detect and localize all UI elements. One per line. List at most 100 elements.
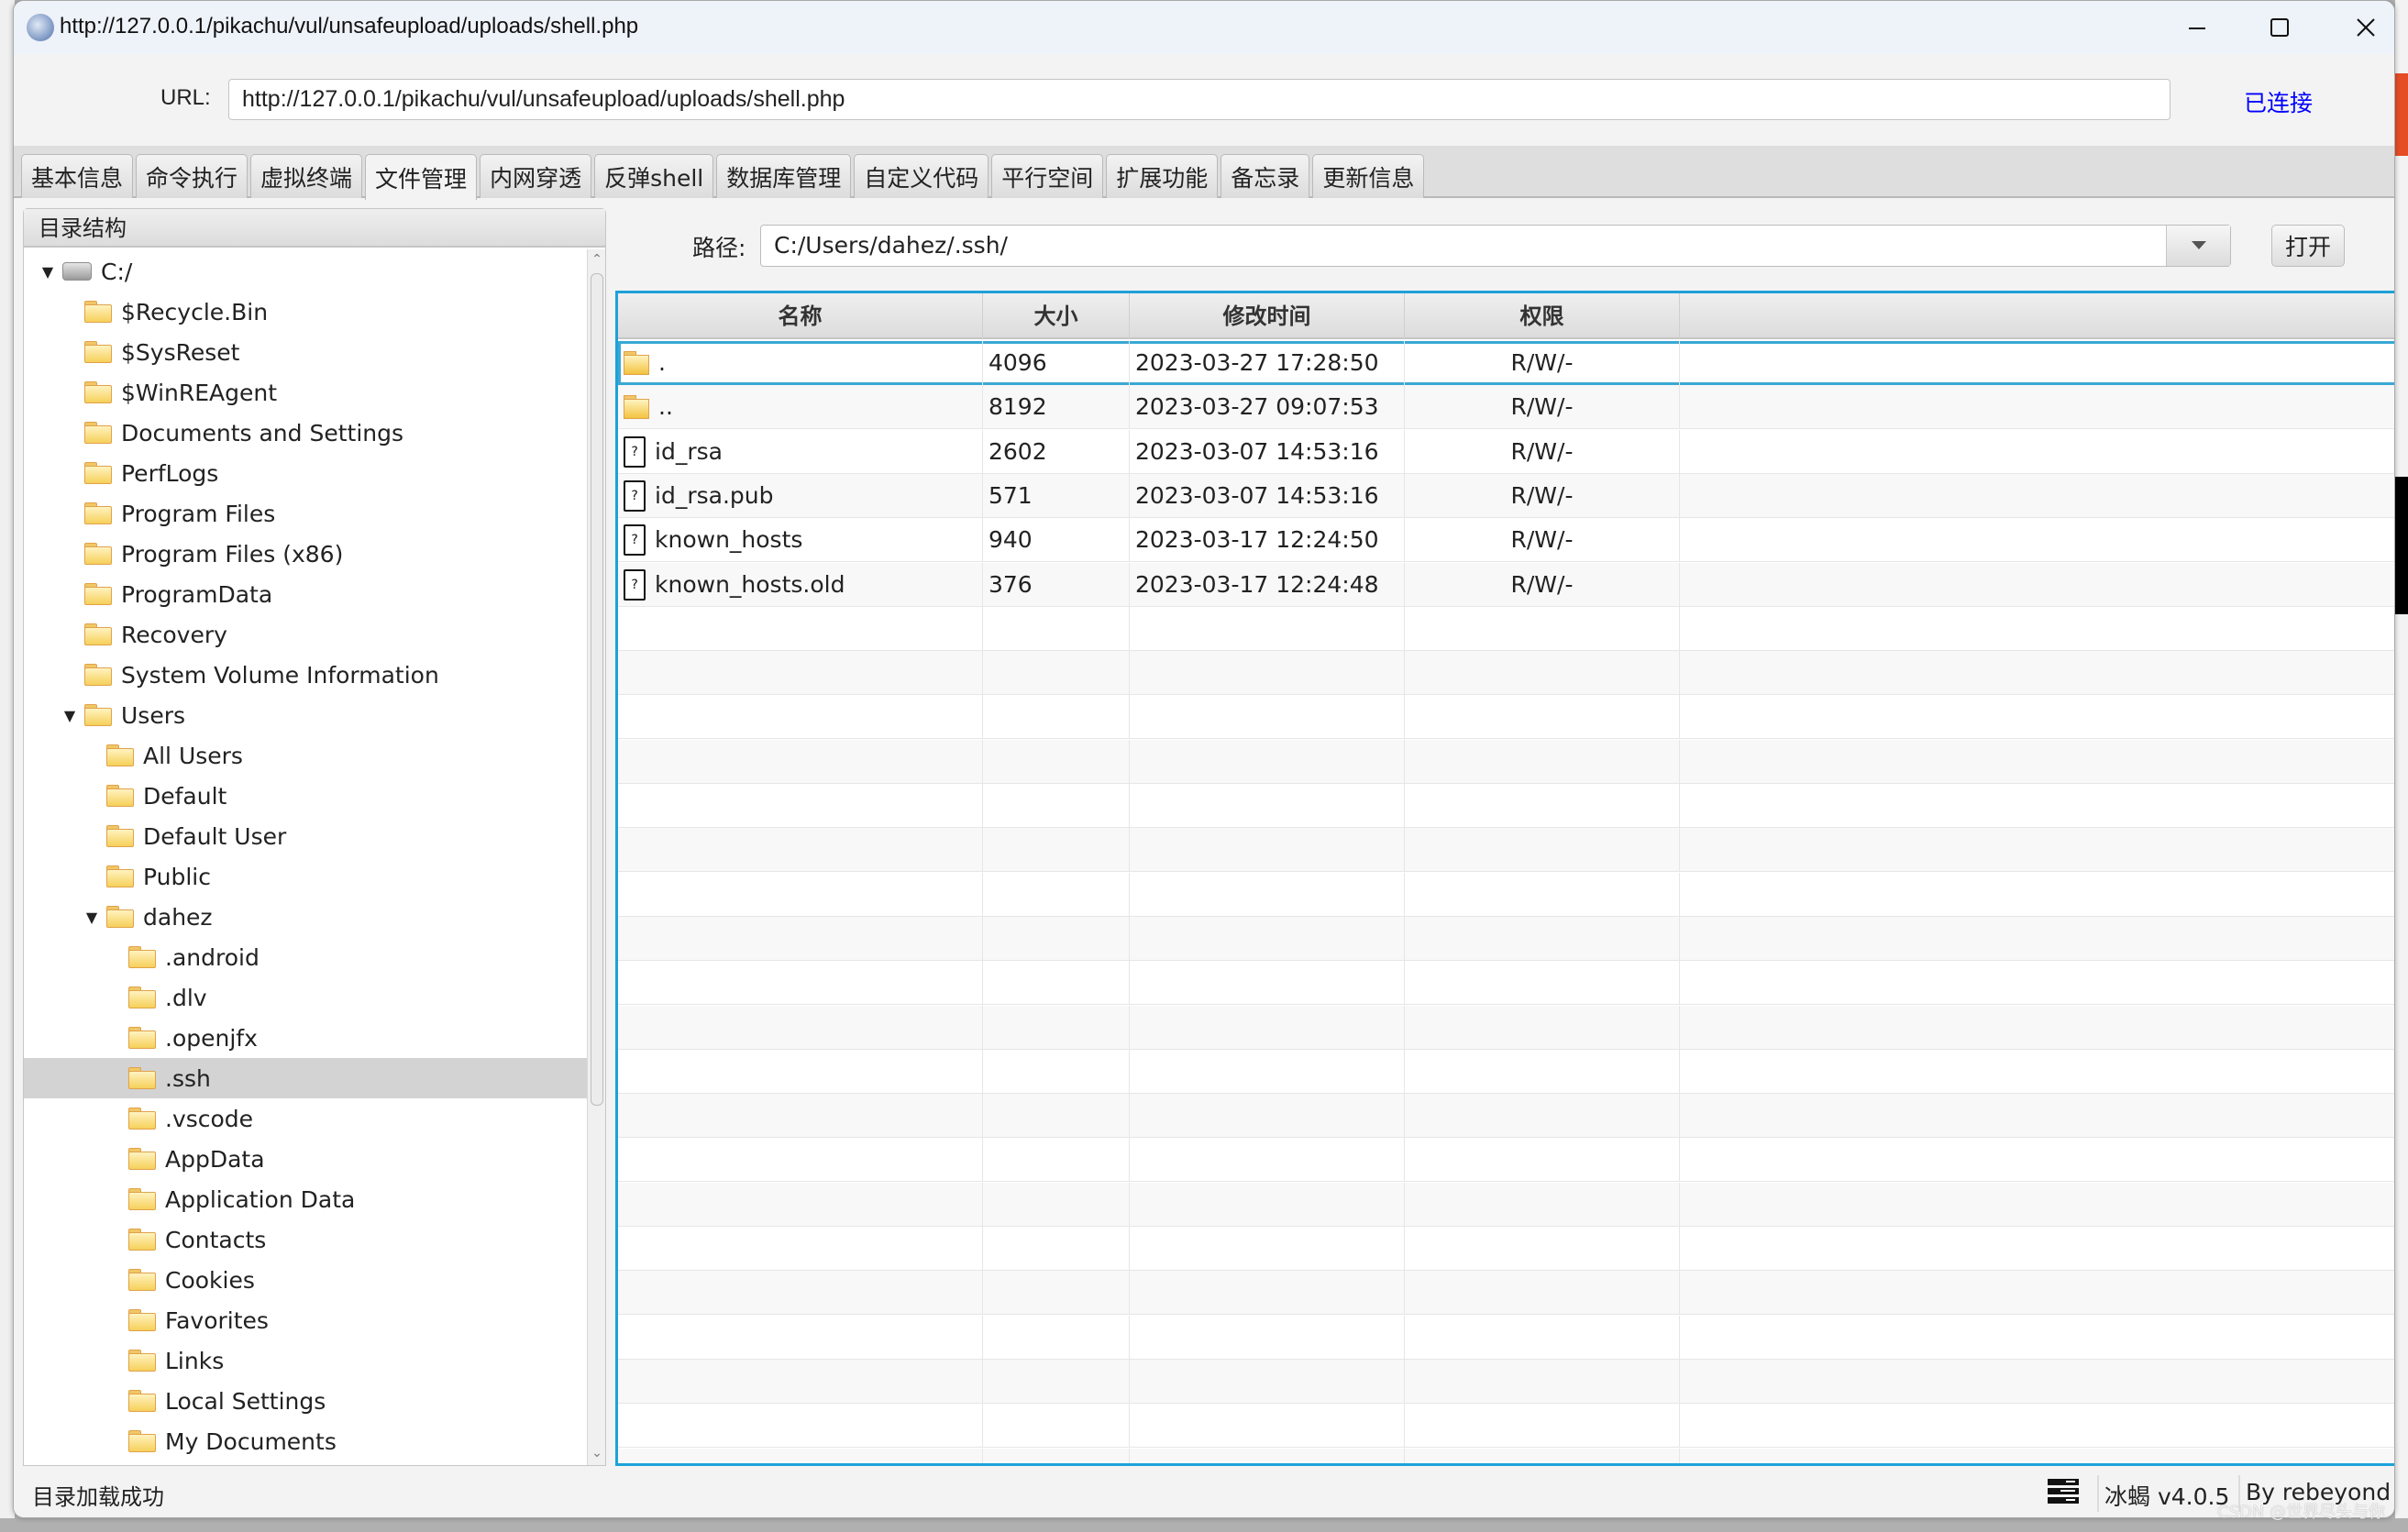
tab-0[interactable]: 基本信息 (21, 154, 134, 198)
tree-scrollbar[interactable]: ⌃ ⌄ (587, 249, 605, 1465)
tree-item[interactable]: Documents and Settings (24, 413, 587, 453)
empty-cell (1680, 1006, 2394, 1050)
tab-3[interactable]: 文件管理 (365, 154, 478, 200)
tree-item[interactable]: System Volume Information (24, 655, 587, 695)
tree-item[interactable]: ▼ Users (24, 695, 587, 735)
tab-11[interactable]: 更新信息 (1312, 154, 1425, 198)
column-header[interactable]: 权限 (1405, 293, 1680, 339)
tab-9[interactable]: 扩展功能 (1106, 154, 1219, 198)
tab-4[interactable]: 内网穿透 (480, 154, 592, 198)
open-button[interactable]: 打开 (2271, 225, 2345, 267)
tab-2[interactable]: 虚拟终端 (250, 154, 363, 198)
path-dropdown-button[interactable] (2166, 226, 2230, 266)
empty-cell (1405, 961, 1680, 1006)
empty-cell (1130, 1404, 1405, 1449)
tree-item-label: Documents and Settings (121, 419, 404, 446)
tree-item[interactable]: $SysReset (24, 332, 587, 372)
file-modified: 2023-03-17 12:24:48 (1130, 562, 1405, 607)
empty-cell (983, 1448, 1130, 1463)
minimize-icon (2189, 28, 2205, 29)
empty-row (618, 1094, 2394, 1139)
tree-item[interactable]: Cookies (24, 1260, 587, 1300)
tree-item[interactable]: Contacts (24, 1219, 587, 1260)
file-permission: R/W/- (1405, 518, 1680, 563)
tree-item[interactable]: .openjfx (24, 1018, 587, 1058)
file-permission: R/W/- (1405, 429, 1680, 474)
column-header[interactable]: 修改时间 (1130, 293, 1405, 339)
table-row[interactable]: ? known_hosts 940 2023-03-17 12:24:50 R/W/- (618, 518, 2394, 563)
tree-item[interactable]: AppData (24, 1139, 587, 1179)
table-row[interactable]: ? id_rsa.pub 571 2023-03-07 14:53:16 R/W/- (618, 473, 2394, 518)
maximize-button[interactable] (2238, 1, 2321, 54)
tree-item-label: System Volume Information (121, 661, 439, 689)
empty-cell (1405, 1271, 1680, 1316)
tree-item[interactable]: Public (24, 856, 587, 897)
tree-item[interactable]: ProgramData (24, 574, 587, 614)
empty-cell (1680, 1227, 2394, 1271)
tree-item[interactable]: All Users (24, 735, 587, 776)
column-header[interactable] (1680, 293, 2394, 339)
empty-row (618, 916, 2394, 961)
connection-status[interactable]: 已连接 (2244, 85, 2313, 118)
tab-7[interactable]: 自定义代码 (854, 154, 989, 198)
table-row[interactable]: .. 8192 2023-03-27 09:07:53 R/W/- (618, 385, 2394, 430)
file-modified: 2023-03-27 09:07:53 (1130, 385, 1405, 430)
table-row[interactable]: ? id_rsa 2602 2023-03-07 14:53:16 R/W/- (618, 429, 2394, 474)
scroll-up-icon[interactable]: ⌃ (588, 249, 606, 270)
column-header[interactable]: 大小 (983, 293, 1130, 339)
path-value[interactable]: C:/Users/dahez/.ssh/ (774, 226, 1008, 266)
tree-item[interactable]: Default (24, 776, 587, 816)
tree-item[interactable]: ▼ dahez (24, 897, 587, 937)
tree-item[interactable]: .dlv (24, 977, 587, 1018)
tree-item[interactable]: Program Files (x86) (24, 534, 587, 574)
expand-arrow-icon[interactable]: ▼ (61, 707, 79, 724)
tab-6[interactable]: 数据库管理 (716, 154, 852, 198)
tree-item[interactable]: PerfLogs (24, 453, 587, 493)
empty-cell (1130, 739, 1405, 784)
expand-arrow-icon[interactable]: ▼ (39, 263, 57, 281)
file-name-cell: .. (618, 385, 983, 430)
tab-8[interactable]: 平行空间 (991, 154, 1104, 198)
scroll-thumb[interactable] (591, 273, 603, 1106)
tree-item[interactable]: Links (24, 1340, 587, 1381)
tree-item[interactable]: .ssh (24, 1058, 587, 1098)
tree-item[interactable]: Local Settings (24, 1381, 587, 1421)
tree-item[interactable]: .vscode (24, 1098, 587, 1139)
tab-1[interactable]: 命令执行 (136, 154, 249, 198)
empty-cell (1405, 1005, 1680, 1050)
drive-icon (62, 262, 92, 281)
table-row[interactable]: ? known_hosts.old 376 2023-03-17 12:24:48 R/… (618, 562, 2394, 607)
minimize-button[interactable] (2156, 1, 2238, 54)
menu-icon[interactable] (2048, 1479, 2079, 1504)
tree-item[interactable]: Default User (24, 816, 587, 856)
tree-item[interactable]: $WinREAgent (24, 372, 587, 413)
empty-cell (1130, 1005, 1405, 1050)
empty-cell (1130, 1049, 1405, 1094)
path-combobox[interactable]: C:/Users/dahez/.ssh/ (760, 225, 2231, 267)
tree-item[interactable]: Favorites (24, 1300, 587, 1340)
tab-10[interactable]: 备忘录 (1221, 154, 1310, 198)
empty-cell (1680, 873, 2394, 917)
tree-item[interactable]: ▼ C:/ (24, 251, 587, 292)
folder-icon (128, 986, 156, 1008)
empty-cell (1405, 739, 1680, 784)
tree-item[interactable]: Application Data (24, 1179, 587, 1219)
tree-item[interactable]: Recovery (24, 614, 587, 655)
tree-item[interactable]: .android (24, 937, 587, 977)
empty-cell (1680, 695, 2394, 739)
expand-arrow-icon[interactable]: ▼ (83, 909, 101, 926)
table-row[interactable]: . 4096 2023-03-27 17:28:50 R/W/- (618, 341, 2394, 385)
url-input[interactable]: http://127.0.0.1/pikachu/vul/unsafeuploa… (228, 79, 2171, 120)
tab-5[interactable]: 反弹shell (594, 154, 714, 198)
close-button[interactable] (2325, 1, 2394, 54)
empty-cell (1680, 740, 2394, 784)
empty-cell (1405, 1049, 1680, 1094)
file-size: 2602 (983, 429, 1130, 474)
scroll-down-icon[interactable]: ⌄ (588, 1443, 606, 1463)
tree-item[interactable]: $Recycle.Bin (24, 292, 587, 332)
column-header[interactable]: 名称 (618, 293, 983, 339)
behinder-window: http://127.0.0.1/pikachu/vul/unsafeuploa… (13, 0, 2395, 1518)
tree-item[interactable]: Program Files (24, 493, 587, 534)
tree-item[interactable]: My Documents (24, 1421, 587, 1461)
empty-cell (983, 828, 1130, 873)
